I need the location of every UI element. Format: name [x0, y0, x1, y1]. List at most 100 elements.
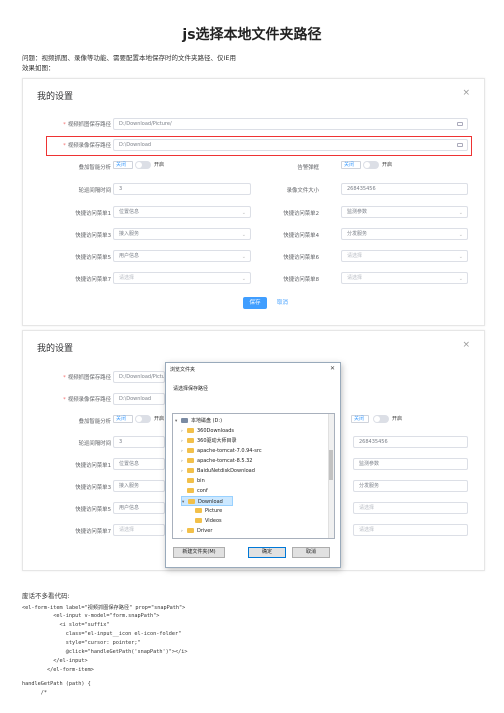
- record-path-input[interactable]: D:\Download: [113, 393, 165, 405]
- folder-icon: [187, 538, 194, 539]
- code-line: @click="handleGetPath('snapPath')"></i>: [22, 649, 188, 655]
- menu3-label: 快捷访问菜单3: [75, 485, 111, 491]
- alarm-popup-label: 告警弹框: [297, 165, 319, 171]
- filesize-input[interactable]: 268435456: [341, 183, 468, 195]
- code-line: /*: [22, 690, 47, 696]
- tree-item[interactable]: › apache-tomcat-7.0.94-src: [181, 446, 262, 456]
- tree-item[interactable]: Videos: [189, 516, 222, 526]
- alarm-popup-switch[interactable]: 关闭 开启: [351, 414, 411, 424]
- menu8-label: 快捷访问菜单8: [283, 277, 319, 283]
- tree-item-drive-d[interactable]: ▾ 本地磁盘 (D:): [175, 416, 222, 426]
- folder-icon: [195, 518, 202, 523]
- close-icon[interactable]: ×: [462, 340, 470, 350]
- filesize-label: 录像文件大小: [286, 188, 319, 194]
- interval-label: 轮巡间隔时间: [78, 441, 111, 447]
- alarm-popup-switch[interactable]: 关闭 开启: [341, 160, 411, 170]
- tree-item[interactable]: ›eclipse1: [181, 536, 218, 539]
- dialog-title: 我的设置: [37, 92, 74, 102]
- cancel-button[interactable]: 取消: [277, 297, 288, 309]
- settings-dialog-screenshot: 我的设置 × * 视频抓图保存路径 D:/Download/Picture/ * 视…: [22, 78, 485, 326]
- code-line: style="cursor: pointer;": [22, 640, 141, 646]
- smart-analysis-label: 叠加智能分析: [78, 419, 111, 425]
- tree-item[interactable]: › 360Downloads: [181, 426, 234, 436]
- folder-icon: [187, 478, 194, 483]
- smart-analysis-switch[interactable]: 关闭 开启: [113, 160, 183, 170]
- folder-icon: [187, 528, 194, 533]
- folder-icon: [187, 488, 194, 493]
- ok-button[interactable]: 确定: [248, 547, 286, 558]
- interval-label: 轮巡间隔时间: [78, 188, 111, 194]
- code-line: <el-input v-model="form.snapPath">: [22, 613, 160, 619]
- menu7-select[interactable]: 请选择: [113, 524, 165, 536]
- snap-path-input[interactable]: D:/Download/Picture: [113, 371, 165, 383]
- folder-icon: [187, 458, 194, 463]
- menu4-select[interactable]: 分发服务: [353, 480, 468, 492]
- tree-item[interactable]: › BaiduNetdiskDownload: [181, 466, 255, 476]
- drive-icon: [181, 418, 188, 423]
- interval-input[interactable]: 3: [113, 183, 251, 195]
- folder-icon: [187, 468, 194, 473]
- code-line: <el-form-item label="视频抓图保存路径" prop="sna…: [22, 605, 186, 611]
- menu1-select[interactable]: 位置信息: [113, 458, 165, 470]
- menu4-label: 快捷访问菜单4: [283, 233, 319, 239]
- cancel-button[interactable]: 取消: [292, 547, 330, 558]
- folder-tree[interactable]: ▾ 本地磁盘 (D:) › 360Downloads › 360驱动大师目录 › apa…: [172, 413, 335, 539]
- folder-icon: [188, 499, 195, 504]
- menu2-select[interactable]: 监测参数 ⌄: [341, 206, 468, 218]
- menu8-select[interactable]: 请选择: [353, 524, 468, 536]
- menu6-select[interactable]: 请选择: [353, 502, 468, 514]
- menu3-select[interactable]: 接入服务 ⌄: [113, 228, 251, 240]
- filesize-input[interactable]: 268435456: [353, 436, 468, 448]
- article-title: js选择本地文件夹路径: [182, 27, 322, 43]
- menu6-label: 快捷访问菜单6: [283, 255, 319, 261]
- menu5-select[interactable]: 用户信息 ⌄: [113, 250, 251, 262]
- tree-scrollbar[interactable]: [328, 414, 334, 538]
- menu7-label: 快捷访问菜单7: [75, 529, 111, 535]
- menu7-label: 快捷访问菜单7: [75, 277, 111, 283]
- browse-dialog-title: 浏览文件夹: [170, 367, 196, 373]
- close-icon[interactable]: ×: [462, 88, 470, 98]
- menu1-select[interactable]: 位置信息 ⌄: [113, 206, 251, 218]
- folder-icon[interactable]: [457, 122, 463, 126]
- menu5-label: 快捷访问菜单5: [75, 507, 111, 513]
- menu8-select[interactable]: 请选择 ⌄: [341, 272, 468, 284]
- menu3-select[interactable]: 接入服务: [113, 480, 165, 492]
- menu3-label: 快捷访问菜单3: [75, 233, 111, 239]
- record-path-label: * 视频录像保存路径: [63, 397, 111, 403]
- snap-path-label: * 视频抓图保存路径: [63, 122, 111, 128]
- menu2-select[interactable]: 监测参数: [353, 458, 468, 470]
- folder-icon[interactable]: [457, 143, 463, 147]
- interval-input[interactable]: 3: [113, 436, 165, 448]
- intro-line: 问题：视频抓图、录像等功能、需要配置本地保存时的文件夹路径、仅IE用: [22, 54, 237, 62]
- browse-prompt: 请选择保存路径: [173, 386, 209, 392]
- tree-item[interactable]: conf: [181, 486, 208, 496]
- dialog-title: 我的设置: [37, 344, 74, 354]
- smart-analysis-switch[interactable]: 关闭 开启: [113, 414, 165, 424]
- folder-icon: [187, 448, 194, 453]
- browse-folder-dialog: 浏览文件夹 ✕ 请选择保存路径 ▾ 本地磁盘 (D:) › 360Downloads…: [165, 362, 341, 568]
- code-line: <i slot="suffix": [22, 622, 110, 628]
- tree-item[interactable]: Picture: [189, 506, 222, 516]
- close-icon[interactable]: ✕: [330, 365, 335, 372]
- folder-icon: [187, 428, 194, 433]
- code-line: </el-input>: [22, 658, 88, 664]
- folder-icon: [195, 508, 202, 513]
- new-folder-button[interactable]: 新建文件夹(M): [173, 547, 225, 558]
- tree-item[interactable]: › apache-tomcat-8.5.32: [181, 456, 252, 466]
- menu4-select[interactable]: 分发服务 ⌄: [341, 228, 468, 240]
- menu2-label: 快捷访问菜单2: [283, 211, 319, 217]
- menu5-select[interactable]: 用户信息: [113, 502, 165, 514]
- menu6-select[interactable]: 请选择 ⌄: [341, 250, 468, 262]
- code-line: handleGetPath (path) {: [22, 681, 91, 687]
- save-button[interactable]: 保存: [243, 297, 267, 309]
- snap-path-label: * 视频抓图保存路径: [63, 375, 111, 381]
- menu1-label: 快捷访问菜单1: [75, 463, 111, 469]
- record-path-input[interactable]: D:\Download: [113, 139, 468, 151]
- tree-item[interactable]: › 360驱动大师目录: [181, 436, 237, 446]
- tree-item-selected[interactable]: ▾ Download: [181, 496, 233, 506]
- tree-item[interactable]: bin: [181, 476, 205, 486]
- tree-item[interactable]: › Driver: [181, 526, 212, 536]
- menu1-label: 快捷访问菜单1: [75, 211, 111, 217]
- snap-path-input[interactable]: D:/Download/Picture/: [113, 118, 468, 130]
- menu7-select[interactable]: 请选择 ⌄: [113, 272, 251, 284]
